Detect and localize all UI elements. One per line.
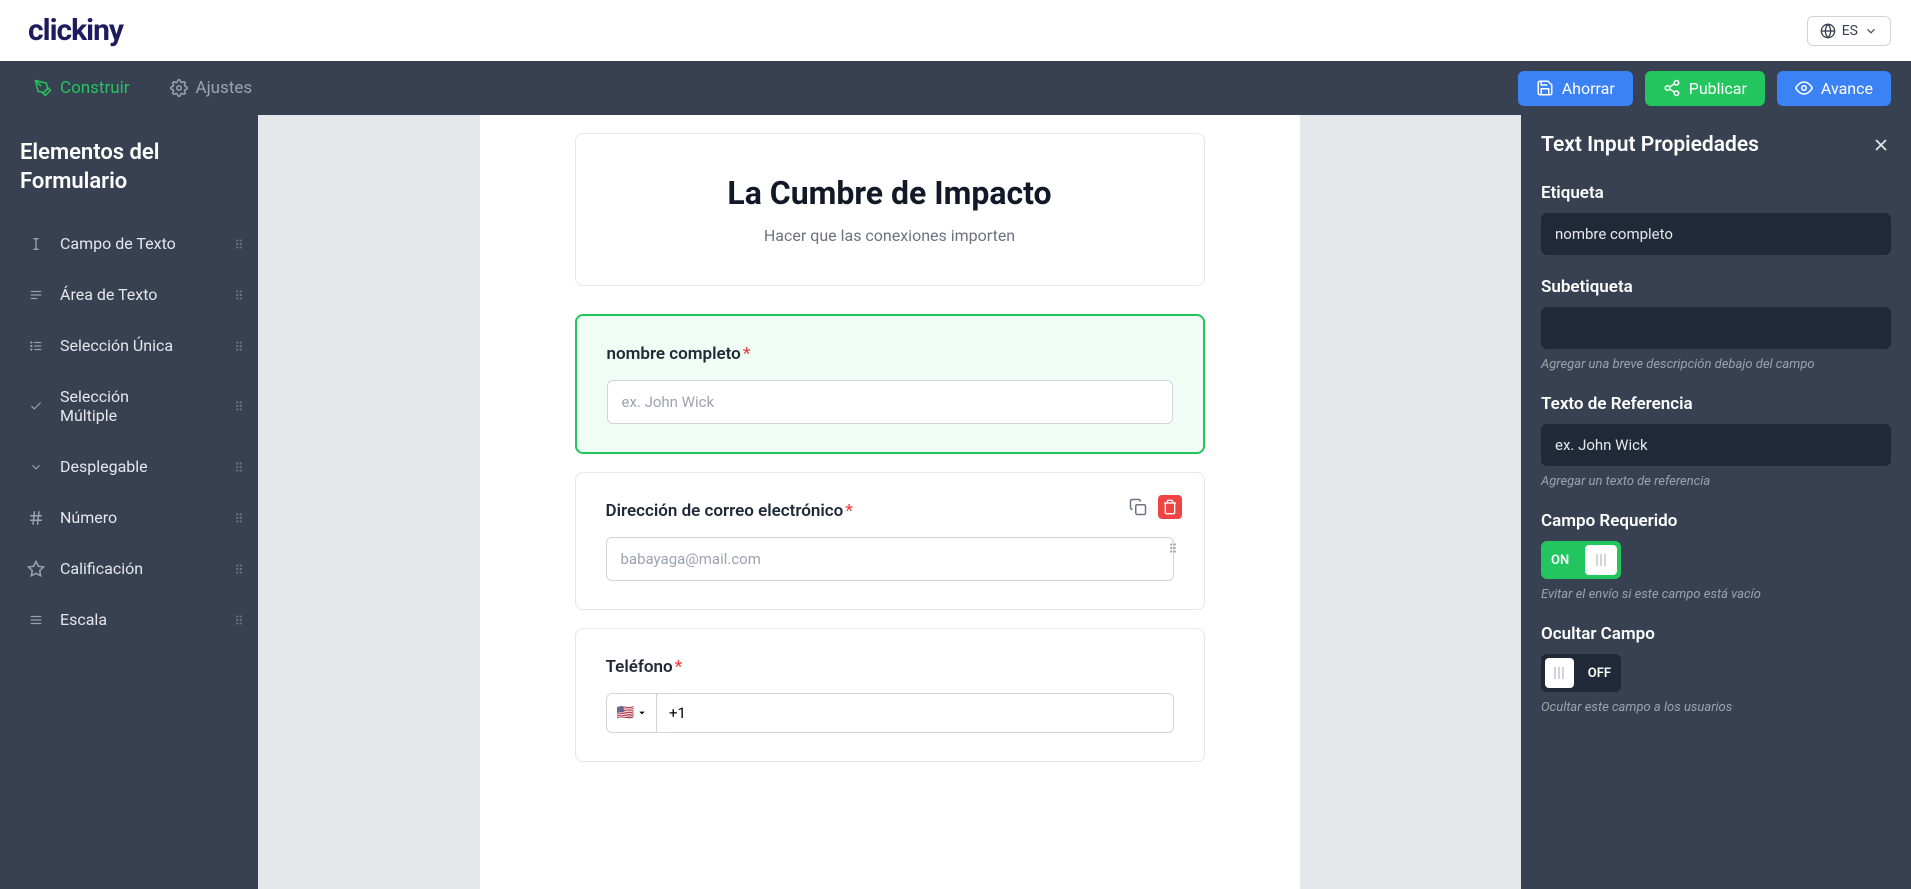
field-email-input[interactable]: [606, 537, 1174, 581]
pen-icon: [34, 79, 52, 97]
prop-sublabel-title: Subetiqueta: [1541, 277, 1891, 297]
field-phone-input[interactable]: [657, 693, 1174, 733]
element-dropdown[interactable]: Desplegable: [20, 443, 258, 490]
eye-icon: [1795, 79, 1813, 97]
element-scale[interactable]: Escala: [20, 596, 258, 643]
element-label: Selección Múltiple: [60, 387, 170, 425]
gear-icon: [170, 79, 188, 97]
toggle-knob: [1545, 658, 1574, 688]
form-title: La Cumbre de Impacto: [596, 174, 1184, 212]
chevron-down-icon: [638, 709, 646, 717]
language-code: ES: [1842, 23, 1858, 39]
field-phone-label: Teléfono*: [606, 657, 1174, 677]
element-label: Campo de Texto: [60, 234, 176, 253]
prop-label-input[interactable]: [1541, 213, 1891, 255]
hide-toggle[interactable]: OFF: [1541, 654, 1621, 692]
tab-build-label: Construir: [60, 78, 130, 98]
form-canvas: La Cumbre de Impacto Hacer que las conex…: [258, 115, 1521, 889]
field-email-label: Dirección de correo electrónico*: [606, 501, 1174, 521]
hash-icon: [26, 509, 46, 527]
element-label: Calificación: [60, 559, 143, 578]
required-toggle[interactable]: ON: [1541, 541, 1621, 579]
publish-label: Publicar: [1689, 79, 1747, 98]
panel-title: Text Input Propiedades: [1541, 133, 1759, 157]
prop-required-title: Campo Requerido: [1541, 511, 1891, 531]
save-label: Ahorrar: [1562, 79, 1615, 98]
logo: clickiny: [28, 13, 123, 48]
element-textarea[interactable]: Área de Texto: [20, 271, 258, 318]
list-icon: [26, 339, 46, 353]
publish-button[interactable]: Publicar: [1645, 71, 1765, 106]
drag-handle-icon[interactable]: [232, 339, 246, 353]
delete-button[interactable]: [1158, 495, 1182, 519]
lines-icon: [26, 288, 46, 302]
chevron-down-icon: [26, 460, 46, 474]
tab-settings[interactable]: Ajustes: [170, 78, 253, 98]
nav-tabs: Construir Ajustes: [34, 78, 252, 98]
prop-sublabel-input[interactable]: [1541, 307, 1891, 349]
field-name-card[interactable]: nombre completo*: [575, 314, 1205, 454]
drag-handle-icon[interactable]: [232, 511, 246, 525]
check-icon: [26, 399, 46, 413]
element-text-field[interactable]: Campo de Texto: [20, 220, 258, 267]
toggle-state: ON: [1541, 553, 1581, 568]
share-icon: [1663, 79, 1681, 97]
element-rating[interactable]: Calificación: [20, 545, 258, 592]
menu-icon: [26, 613, 46, 627]
drag-handle-icon[interactable]: [232, 460, 246, 474]
drag-handle-icon[interactable]: [232, 399, 246, 413]
element-multi-select[interactable]: Selección Múltiple: [20, 373, 258, 439]
element-single-select[interactable]: Selección Única: [20, 322, 258, 369]
prop-placeholder-input[interactable]: [1541, 424, 1891, 466]
toggle-state: OFF: [1578, 666, 1621, 681]
nav-actions: Ahorrar Publicar Avance: [1518, 71, 1891, 106]
save-icon: [1536, 79, 1554, 97]
text-cursor-icon: [26, 235, 46, 253]
tab-build[interactable]: Construir: [34, 78, 130, 98]
prop-required-hint: Evitar el envío si este campo está vacío: [1541, 587, 1891, 602]
flag-icon: 🇺🇸: [617, 705, 634, 721]
star-icon: [26, 560, 46, 578]
save-button[interactable]: Ahorrar: [1518, 71, 1633, 106]
close-panel-button[interactable]: [1871, 135, 1891, 155]
top-header: clickiny ES: [0, 0, 1911, 61]
country-code-select[interactable]: 🇺🇸: [606, 693, 657, 733]
form-subtitle: Hacer que las conexiones importen: [596, 226, 1184, 245]
prop-placeholder-hint: Agregar un texto de referencia: [1541, 474, 1891, 489]
drag-handle-icon[interactable]: [232, 288, 246, 302]
field-name-input[interactable]: [607, 380, 1173, 424]
prop-label-title: Etiqueta: [1541, 183, 1891, 203]
element-label: Desplegable: [60, 457, 148, 476]
element-label: Número: [60, 508, 117, 527]
field-phone-card[interactable]: Teléfono* 🇺🇸: [575, 628, 1205, 762]
element-label: Área de Texto: [60, 285, 157, 304]
element-label: Selección Única: [60, 336, 173, 355]
duplicate-button[interactable]: [1126, 495, 1150, 519]
drag-handle-icon[interactable]: [232, 562, 246, 576]
language-selector[interactable]: ES: [1807, 16, 1891, 46]
properties-panel: Text Input Propiedades Etiqueta Subetiqu…: [1521, 115, 1911, 889]
globe-icon: [1820, 23, 1836, 39]
toggle-knob: [1585, 545, 1617, 575]
form-header-card[interactable]: La Cumbre de Impacto Hacer que las conex…: [575, 133, 1205, 286]
field-email-card[interactable]: Dirección de correo electrónico*: [575, 472, 1205, 610]
sidebar-title: Elementos del Formulario: [20, 139, 258, 196]
element-number[interactable]: Número: [20, 494, 258, 541]
field-drag-handle[interactable]: [1166, 541, 1180, 555]
drag-handle-icon[interactable]: [232, 237, 246, 251]
preview-button[interactable]: Avance: [1777, 71, 1891, 106]
prop-placeholder-title: Texto de Referencia: [1541, 394, 1891, 414]
prop-hide-title: Ocultar Campo: [1541, 624, 1891, 644]
drag-handle-icon[interactable]: [232, 613, 246, 627]
prop-hide-hint: Ocultar este campo a los usuarios: [1541, 700, 1891, 715]
chevron-down-icon: [1864, 24, 1878, 38]
sidebar-elements: Elementos del Formulario Campo de Texto …: [0, 115, 258, 889]
tab-settings-label: Ajustes: [196, 78, 253, 98]
element-label: Escala: [60, 610, 107, 629]
navbar: Construir Ajustes Ahorrar Publicar Avanc…: [0, 61, 1911, 115]
preview-label: Avance: [1821, 79, 1873, 98]
close-icon: [1871, 135, 1891, 155]
prop-sublabel-hint: Agregar una breve descripción debajo del…: [1541, 357, 1891, 372]
field-name-label: nombre completo*: [607, 344, 1173, 364]
